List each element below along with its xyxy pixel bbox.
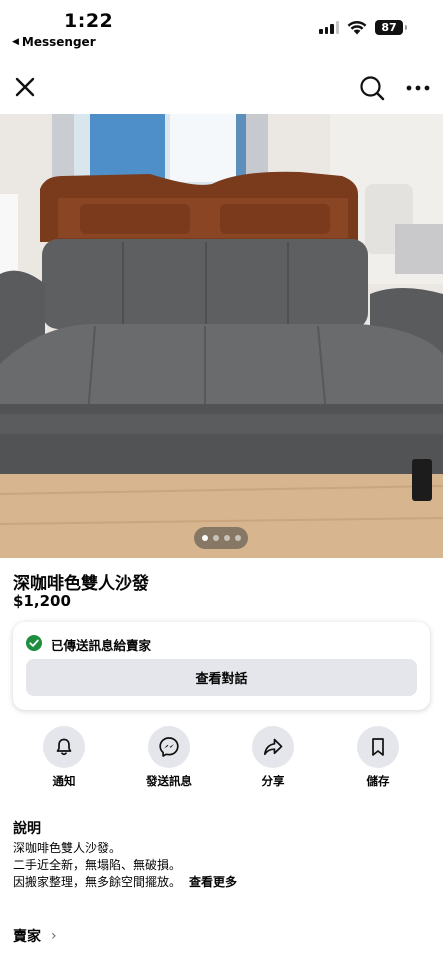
description-line: 因搬家整理，無多餘空間擺放。 <box>13 875 182 889</box>
chevron-right-icon: › <box>51 928 57 944</box>
see-more-link[interactable]: 查看更多 <box>189 875 237 889</box>
description-text: 深咖啡色雙人沙發。 二手近全新，無塌陷、無破損。 因搬家整理，無多餘空間擺放。查… <box>13 840 237 891</box>
send-message-label: 發送訊息 <box>146 774 192 788</box>
notify-label: 通知 <box>52 774 76 788</box>
pager-dot <box>234 535 241 541</box>
save-button[interactable]: 儲存 <box>338 726 418 789</box>
back-app-label: Messenger <box>21 35 96 49</box>
top-nav <box>0 64 443 112</box>
status-time: 1:22 <box>64 10 114 32</box>
action-bar: 通知 發送訊息 分享 儲存 <box>0 726 443 790</box>
photo-pager[interactable] <box>194 527 248 549</box>
share-icon <box>263 738 283 756</box>
battery-icon: 87 <box>375 20 407 35</box>
status-bar: 1:22 ◀ Messenger 87 <box>0 0 443 56</box>
notify-button-circle[interactable] <box>43 726 85 768</box>
share-button[interactable]: 分享 <box>233 726 313 789</box>
listing-price: $1,200 <box>13 592 71 610</box>
message-sent-card: 已傳送訊息給賣家 查看對話 <box>13 622 430 710</box>
pager-dot <box>223 535 230 541</box>
search-icon[interactable] <box>358 74 386 102</box>
save-label: 儲存 <box>366 774 390 788</box>
sofa-photo-illustration <box>0 114 443 558</box>
back-triangle-icon: ◀ <box>12 37 19 47</box>
send-message-button[interactable]: 發送訊息 <box>129 726 209 789</box>
bell-icon <box>56 738 72 756</box>
view-conversation-button[interactable]: 查看對話 <box>26 659 417 696</box>
notify-button[interactable]: 通知 <box>24 726 104 789</box>
description-line: 深咖啡色雙人沙發。 <box>13 841 122 855</box>
back-to-app-link[interactable]: ◀ Messenger <box>12 35 96 49</box>
seller-section-link[interactable]: 賣家 › <box>13 926 57 946</box>
cellular-signal-icon <box>319 21 339 34</box>
wifi-icon <box>347 20 367 35</box>
bookmark-icon <box>372 738 384 756</box>
more-icon[interactable] <box>404 76 432 100</box>
listing-photo[interactable] <box>0 114 443 558</box>
listing-title: 深咖啡色雙人沙發 <box>13 574 149 594</box>
description-line-last: 因搬家整理，無多餘空間擺放。 查看更多 <box>13 874 237 891</box>
pager-dot <box>212 535 219 541</box>
share-button-circle[interactable] <box>252 726 294 768</box>
description-line: 二手近全新，無塌陷、無破損。 <box>13 858 182 872</box>
save-button-circle[interactable] <box>357 726 399 768</box>
pager-dot-active <box>201 535 208 541</box>
messenger-icon <box>159 737 179 757</box>
seller-heading: 賣家 <box>13 929 41 945</box>
message-sent-status: 已傳送訊息給賣家 <box>51 638 152 653</box>
check-circle-icon <box>26 635 42 651</box>
share-label: 分享 <box>261 774 285 788</box>
description-heading: 說明 <box>13 821 41 837</box>
send-message-button-circle[interactable] <box>148 726 190 768</box>
close-icon[interactable] <box>12 74 38 100</box>
status-indicators: 87 <box>319 20 407 35</box>
